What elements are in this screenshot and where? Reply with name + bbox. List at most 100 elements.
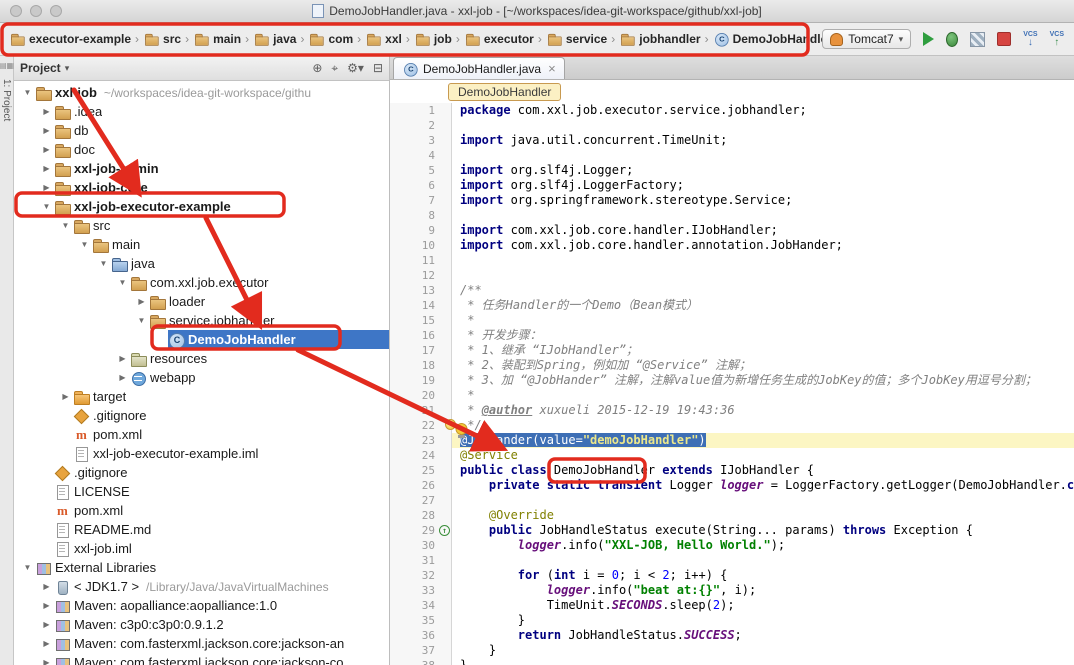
tree-item-loader[interactable]: ▶loader bbox=[14, 292, 389, 311]
tree-expand-icon[interactable]: ▶ bbox=[115, 373, 130, 382]
zoom-window-button[interactable] bbox=[50, 5, 62, 17]
breadcrumb-item-java[interactable]: java bbox=[250, 29, 299, 49]
debug-button[interactable] bbox=[946, 32, 958, 47]
tree-item-license[interactable]: LICENSE bbox=[14, 482, 389, 501]
close-tab-icon[interactable]: × bbox=[548, 64, 556, 74]
tree-item-resources[interactable]: ▶resources bbox=[14, 349, 389, 368]
tree-expand-icon[interactable]: ▶ bbox=[39, 183, 54, 192]
minimize-window-button[interactable] bbox=[30, 5, 42, 17]
line-number: 19 bbox=[390, 373, 452, 388]
line-number: 30 bbox=[390, 538, 452, 553]
tree-item-src[interactable]: ▼src bbox=[14, 216, 389, 235]
editor-breadcrumb-chip[interactable]: DemoJobHandler bbox=[448, 83, 561, 101]
vcs-push-button[interactable]: VCS ↑ bbox=[1050, 31, 1064, 47]
tree-expand-icon[interactable]: ▶ bbox=[39, 639, 54, 648]
code-line: 1package com.xxl.job.executor.service.jo… bbox=[390, 103, 1074, 118]
project-stripe-button[interactable]: 1: Project bbox=[1, 79, 12, 121]
tree-item-com-xxl-job-executor[interactable]: ▼com.xxl.job.executor bbox=[14, 273, 389, 292]
tree-item-db[interactable]: ▶db bbox=[14, 121, 389, 140]
breadcrumb-item-xxl[interactable]: xxl bbox=[362, 29, 405, 49]
toolwindow-structure-icon[interactable]: ▦ bbox=[7, 61, 15, 70]
tree-expand-icon[interactable]: ▼ bbox=[115, 278, 130, 287]
tree-item-maven-com-fasterxml-jackson-core-jackson-co[interactable]: ▶Maven: com.fasterxml.jackson.core:jacks… bbox=[14, 653, 389, 665]
tree-item-maven-c3p0-c3p0-0-9-1-2[interactable]: ▶Maven: c3p0:c3p0:0.9.1.2 bbox=[14, 615, 389, 634]
tree-item-maven-aopalliance-aopalliance-1-0[interactable]: ▶Maven: aopalliance:aopalliance:1.0 bbox=[14, 596, 389, 615]
stop-button[interactable] bbox=[997, 32, 1011, 46]
line-number: 34 bbox=[390, 598, 452, 613]
breadcrumb-item-executor[interactable]: executor bbox=[461, 29, 537, 49]
code-line: 32 for (int i = 0; i < 2; i++) { bbox=[390, 568, 1074, 583]
vcs-update-button[interactable]: VCS ↓ bbox=[1023, 31, 1037, 47]
tree-expand-icon[interactable]: ▶ bbox=[39, 145, 54, 154]
tree-expand-icon[interactable]: ▼ bbox=[20, 88, 35, 97]
project-tree[interactable]: ▼xxl-job~/workspaces/idea-git-workspace/… bbox=[14, 81, 389, 665]
tree-item-body: com.xxl.job.executor bbox=[130, 273, 389, 292]
code-line: 25public class DemoJobHandler extends IJ… bbox=[390, 463, 1074, 478]
tree-item-jdk1-7[interactable]: ▶< JDK1.7 >/Library/Java/JavaVirtualMach… bbox=[14, 577, 389, 596]
coverage-button[interactable] bbox=[970, 32, 985, 47]
run-button[interactable] bbox=[923, 32, 934, 46]
tree-expand-icon[interactable]: ▶ bbox=[134, 297, 149, 306]
tree-expand-icon[interactable]: ▶ bbox=[39, 107, 54, 116]
tree-item-xxl-job-executor-example[interactable]: ▼xxl-job-executor-example bbox=[14, 197, 389, 216]
line-number: 27 bbox=[390, 493, 452, 508]
breadcrumb-item-com[interactable]: com bbox=[305, 29, 356, 49]
tree-expand-icon[interactable]: ▶ bbox=[39, 164, 54, 173]
tree-item-doc[interactable]: ▶doc bbox=[14, 140, 389, 159]
tree-item-xxl-job-core[interactable]: ▶xxl-job-core bbox=[14, 178, 389, 197]
tree-item-readme-md[interactable]: README.md bbox=[14, 520, 389, 539]
tree-item-body: xxl-job-executor-example.iml bbox=[73, 444, 389, 463]
tree-expand-icon[interactable]: ▶ bbox=[39, 582, 54, 591]
tree-item-webapp[interactable]: ▶webapp bbox=[14, 368, 389, 387]
tree-expand-icon[interactable]: ▼ bbox=[134, 316, 149, 325]
collapse-all-icon[interactable]: ⊟ bbox=[373, 61, 383, 76]
code-area[interactable]: 1package com.xxl.job.executor.service.jo… bbox=[390, 103, 1074, 665]
tree-item-gitignore[interactable]: .gitignore bbox=[14, 406, 389, 425]
tab-demojobhandler[interactable]: DemoJobHandler.java × bbox=[393, 57, 565, 79]
run-config-selector[interactable]: Tomcat7 ▾ bbox=[822, 29, 911, 49]
tree-item-pom-xml[interactable]: pom.xml bbox=[14, 425, 389, 444]
tree-expand-icon[interactable]: ▶ bbox=[39, 601, 54, 610]
scroll-from-source-icon[interactable]: ⌖ bbox=[331, 61, 338, 76]
tree-expand-icon[interactable]: ▶ bbox=[39, 126, 54, 135]
tree-item-xxl-job-executor-example-iml[interactable]: xxl-job-executor-example.iml bbox=[14, 444, 389, 463]
tree-item-external-libraries[interactable]: ▼External Libraries bbox=[14, 558, 389, 577]
tree-item-xxl-job-admin[interactable]: ▶xxl-job-admin bbox=[14, 159, 389, 178]
breadcrumb-item-demojobhandler[interactable]: DemoJobHandler bbox=[710, 29, 823, 49]
tree-item-demojobhandler[interactable]: DemoJobHandler bbox=[14, 330, 389, 349]
override-method-icon[interactable]: ↑ bbox=[439, 525, 450, 536]
tree-expand-icon[interactable]: ▼ bbox=[39, 202, 54, 211]
breadcrumb-item-service[interactable]: service bbox=[543, 29, 610, 49]
settings-gear-icon[interactable]: ⚙▾ bbox=[347, 61, 364, 76]
tree-item-xxl-job-iml[interactable]: xxl-job.iml bbox=[14, 539, 389, 558]
close-window-button[interactable] bbox=[10, 5, 22, 17]
tree-item-body: DemoJobHandler bbox=[168, 330, 389, 349]
tree-item-service-jobhandler[interactable]: ▼service.jobhandler bbox=[14, 311, 389, 330]
breadcrumb-item-job[interactable]: job bbox=[411, 29, 455, 49]
toolwindow-icons[interactable]: ▤▦ bbox=[0, 60, 14, 71]
tree-item-xxl-job[interactable]: ▼xxl-job~/workspaces/idea-git-workspace/… bbox=[14, 83, 389, 102]
tree-expand-icon[interactable]: ▼ bbox=[77, 240, 92, 249]
tree-item-java[interactable]: ▼java bbox=[14, 254, 389, 273]
breadcrumb-item-main[interactable]: main bbox=[190, 29, 244, 49]
tree-expand-icon[interactable]: ▼ bbox=[58, 221, 73, 230]
project-view-selector[interactable]: Project ▾ bbox=[20, 61, 69, 75]
tree-expand-icon[interactable]: ▶ bbox=[39, 658, 54, 665]
tree-expand-icon[interactable]: ▶ bbox=[58, 392, 73, 401]
tree-expand-icon[interactable]: ▼ bbox=[20, 563, 35, 572]
breadcrumb-item-src[interactable]: src bbox=[140, 29, 184, 49]
tree-item-gitignore[interactable]: .gitignore bbox=[14, 463, 389, 482]
code-line: 6import org.slf4j.LoggerFactory; bbox=[390, 178, 1074, 193]
tree-item-main[interactable]: ▼main bbox=[14, 235, 389, 254]
tree-expand-icon[interactable]: ▶ bbox=[115, 354, 130, 363]
tree-expand-icon[interactable]: ▶ bbox=[39, 620, 54, 629]
breadcrumb-item-jobhandler[interactable]: jobhandler bbox=[616, 29, 703, 49]
tree-item-idea[interactable]: ▶.idea bbox=[14, 102, 389, 121]
tree-item-pom-xml[interactable]: pom.xml bbox=[14, 501, 389, 520]
tree-item-target[interactable]: ▶target bbox=[14, 387, 389, 406]
intention-bulb-icon[interactable] bbox=[445, 419, 456, 430]
tree-expand-icon[interactable]: ▼ bbox=[96, 259, 111, 268]
breadcrumb-item-executor-example[interactable]: executor-example bbox=[6, 29, 134, 49]
filter-icon[interactable]: ⊕ bbox=[312, 61, 322, 76]
tree-item-maven-com-fasterxml-jackson-core-jackson-an[interactable]: ▶Maven: com.fasterxml.jackson.core:jacks… bbox=[14, 634, 389, 653]
